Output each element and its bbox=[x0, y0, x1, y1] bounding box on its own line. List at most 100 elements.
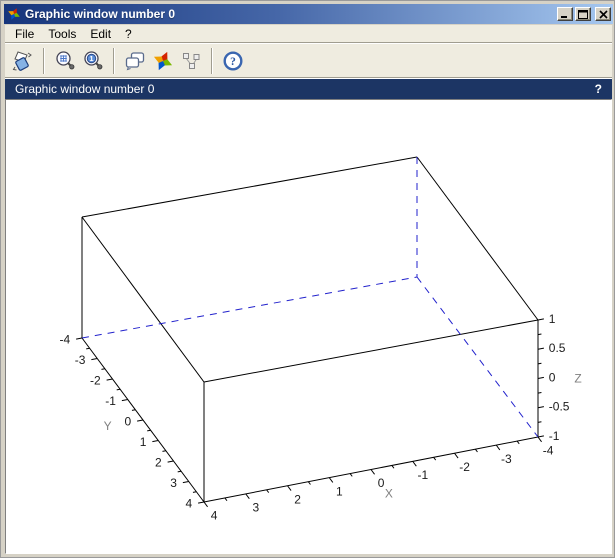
tick-label: 1 bbox=[549, 312, 556, 326]
menu-help[interactable]: ? bbox=[123, 26, 134, 42]
datatip-button[interactable] bbox=[177, 47, 205, 75]
tick-label: 0 bbox=[549, 370, 556, 384]
box-edge bbox=[86, 348, 89, 349]
zoom-original-button[interactable]: 1 bbox=[79, 47, 107, 75]
tick-label: -2 bbox=[459, 460, 470, 474]
box-edge bbox=[538, 363, 541, 364]
help-icon: ? bbox=[222, 50, 244, 72]
window-controls bbox=[557, 7, 611, 21]
tick-label: 4 bbox=[186, 496, 193, 510]
box-edge bbox=[538, 392, 541, 393]
box-edge bbox=[101, 369, 104, 370]
box-edge bbox=[198, 502, 204, 503]
zoom-area-button[interactable] bbox=[51, 47, 79, 75]
menu-file[interactable]: File bbox=[13, 26, 36, 42]
box-edge bbox=[496, 445, 500, 450]
box-edge bbox=[178, 471, 181, 472]
menu-edit[interactable]: Edit bbox=[88, 26, 113, 42]
box-hidden-edge bbox=[417, 277, 538, 437]
close-button[interactable] bbox=[595, 7, 611, 21]
box-edge bbox=[193, 492, 196, 493]
tick-label: -1 bbox=[105, 394, 116, 408]
box-edge bbox=[183, 482, 189, 483]
menubar: File Tools Edit ? bbox=[5, 25, 612, 42]
box-edge bbox=[152, 441, 158, 442]
infobar-help[interactable]: ? bbox=[595, 82, 602, 96]
tick-label: 2 bbox=[155, 455, 162, 469]
box-edge bbox=[413, 461, 417, 466]
box-edge bbox=[82, 157, 417, 217]
titlebar: Graphic window number 0 bbox=[4, 4, 613, 24]
tick-label: 3 bbox=[253, 501, 260, 515]
scilab-pinwheel-icon bbox=[7, 7, 21, 21]
tick-label: -4 bbox=[543, 444, 554, 458]
box-edge bbox=[117, 389, 120, 390]
figure-editor-button[interactable] bbox=[149, 47, 177, 75]
zoom-1x-icon: 1 bbox=[82, 50, 104, 72]
toolbar-separator bbox=[211, 48, 213, 74]
box-edge bbox=[517, 441, 519, 444]
nodes-icon bbox=[180, 50, 202, 72]
box-edge bbox=[204, 502, 208, 507]
maximize-icon bbox=[578, 10, 588, 19]
box-edge bbox=[137, 420, 143, 421]
tick-label: 2 bbox=[294, 492, 301, 506]
tick-label: 0 bbox=[125, 414, 132, 428]
axis-label: Y bbox=[104, 419, 112, 433]
box-edge bbox=[434, 457, 436, 460]
help-button[interactable]: ? bbox=[219, 47, 247, 75]
box-edge bbox=[455, 453, 459, 458]
box-edge bbox=[538, 422, 541, 423]
tick-label: 3 bbox=[170, 476, 177, 490]
box-edge bbox=[538, 437, 542, 442]
box-edge bbox=[308, 482, 310, 485]
tick-label: 0.5 bbox=[549, 341, 566, 355]
toolbar: 1 bbox=[5, 44, 612, 77]
minimize-icon bbox=[560, 10, 570, 19]
box-edge bbox=[538, 407, 544, 408]
toolbar-separator bbox=[113, 48, 115, 74]
box-edge bbox=[392, 465, 394, 468]
tick-label: 1 bbox=[140, 435, 147, 449]
tick-label: -2 bbox=[90, 373, 101, 387]
maximize-button[interactable] bbox=[575, 7, 591, 21]
box-edge bbox=[350, 474, 352, 477]
box-edge bbox=[475, 449, 477, 452]
infobar: Graphic window number 0 ? bbox=[5, 79, 612, 99]
copy-figure-button[interactable] bbox=[121, 47, 149, 75]
box-edge bbox=[288, 486, 292, 491]
windows-icon bbox=[124, 50, 146, 72]
box-edge bbox=[168, 461, 174, 462]
box-edge bbox=[107, 379, 113, 380]
box-edge bbox=[82, 217, 204, 382]
box-hidden-edge bbox=[82, 277, 417, 338]
infobar-text: Graphic window number 0 bbox=[15, 82, 154, 96]
box-edge bbox=[371, 470, 375, 475]
box-edge bbox=[538, 319, 544, 320]
tick-label: -3 bbox=[501, 452, 512, 466]
box-edge bbox=[246, 494, 250, 499]
box-edge bbox=[132, 410, 135, 411]
svg-text:?: ? bbox=[230, 56, 236, 68]
minimize-button[interactable] bbox=[557, 7, 573, 21]
box-edge bbox=[76, 338, 82, 339]
box-edge bbox=[329, 478, 333, 483]
tick-label: -1 bbox=[549, 429, 560, 443]
axes-3d-plot: -4-3-2-101234Y43210-1-2-3-4X-1-0.500.51Z bbox=[6, 100, 611, 553]
box-edge bbox=[204, 320, 538, 382]
rotate-button[interactable] bbox=[9, 47, 37, 75]
tick-label: 4 bbox=[211, 509, 218, 523]
tick-label: -4 bbox=[60, 332, 71, 346]
box-edge bbox=[538, 348, 544, 349]
box-edge bbox=[122, 400, 128, 401]
rotate-icon bbox=[12, 50, 34, 72]
zoom-area-icon bbox=[54, 50, 76, 72]
tick-label: -3 bbox=[75, 353, 86, 367]
box-edge bbox=[538, 436, 544, 437]
plot-canvas[interactable]: -4-3-2-101234Y43210-1-2-3-4X-1-0.500.51Z bbox=[5, 99, 612, 554]
axis-label: X bbox=[385, 487, 393, 501]
menu-tools[interactable]: Tools bbox=[46, 26, 78, 42]
tick-label: -0.5 bbox=[549, 400, 570, 414]
window-title: Graphic window number 0 bbox=[25, 7, 557, 21]
pinwheel-icon bbox=[152, 50, 174, 72]
